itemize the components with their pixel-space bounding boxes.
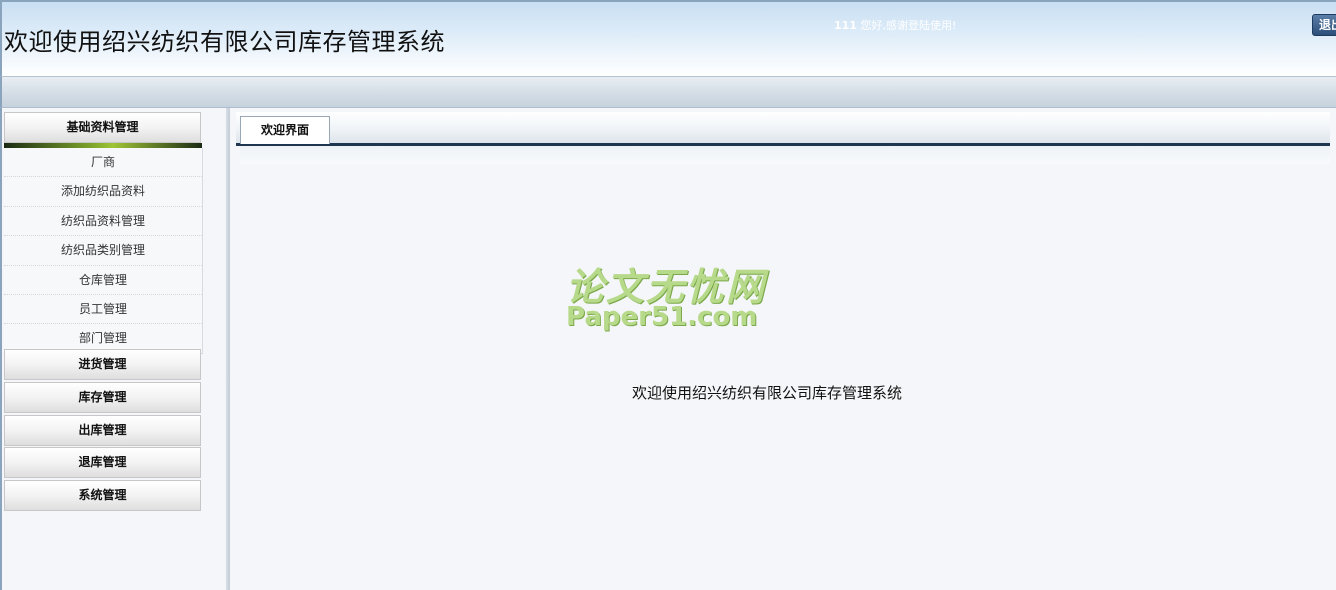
sidebar-splitter[interactable] xyxy=(226,108,230,590)
sidebar-item-textile-category[interactable]: 纺织品类别管理 xyxy=(4,236,202,266)
sidebar-item-add-textile[interactable]: 添加纺织品资料 xyxy=(4,177,202,207)
welcome-message: 欢迎使用绍兴纺织有限公司库存管理系统 xyxy=(632,384,903,402)
sidebar-group-system[interactable]: 系统管理 xyxy=(4,480,201,511)
sidebar-group-purchase[interactable]: 进货管理 xyxy=(4,349,201,380)
sidebar-submenu: 厂商 添加纺织品资料 纺织品资料管理 纺织品类别管理 仓库管理 员工管理 部门管… xyxy=(4,148,203,354)
sidebar-group-inventory[interactable]: 库存管理 xyxy=(4,382,201,413)
app-window: 欢迎使用绍兴纺织有限公司库存管理系统 111 您好,感谢登陆使用! 退出 基础资… xyxy=(0,0,1336,590)
tab-substrip xyxy=(240,146,1330,164)
watermark-en: Paper51.com xyxy=(566,302,758,332)
watermark-logo: 论文无忧网 Paper51.com xyxy=(566,256,786,336)
sidebar-item-employee[interactable]: 员工管理 xyxy=(4,295,202,325)
sidebar-item-manufacturer[interactable]: 厂商 xyxy=(4,148,202,178)
username: 111 xyxy=(834,19,857,32)
sidebar-group-outbound[interactable]: 出库管理 xyxy=(4,415,201,446)
content-area: 论文无忧网 Paper51.com 欢迎使用绍兴纺织有限公司库存管理系统 xyxy=(236,164,1330,590)
sidebar-item-warehouse[interactable]: 仓库管理 xyxy=(4,266,202,295)
sidebar-item-textile-data[interactable]: 纺织品资料管理 xyxy=(4,207,202,237)
page-title: 欢迎使用绍兴纺织有限公司库存管理系统 xyxy=(4,28,445,56)
tab-welcome[interactable]: 欢迎界面 xyxy=(240,116,330,144)
sidebar-group-return[interactable]: 退库管理 xyxy=(4,447,201,478)
sidebar: 基础资料管理 厂商 添加纺织品资料 纺织品资料管理 纺织品类别管理 仓库管理 员… xyxy=(0,108,210,590)
greeting-text: 111 您好,感谢登陆使用! xyxy=(834,17,956,33)
tab-bar: 欢迎界面 xyxy=(236,112,1330,146)
logout-button[interactable]: 退出 xyxy=(1312,14,1336,36)
main-panel: 欢迎界面 论文无忧网 Paper51.com 欢迎使用绍兴纺织有限公司库存管理系… xyxy=(236,112,1330,590)
header: 欢迎使用绍兴纺织有限公司库存管理系统 111 您好,感谢登陆使用! 退出 xyxy=(0,0,1336,76)
sidebar-group-basic-data[interactable]: 基础资料管理 xyxy=(4,112,201,143)
toolbar-strip xyxy=(0,76,1336,108)
greeting-message: 您好,感谢登陆使用! xyxy=(856,19,957,32)
